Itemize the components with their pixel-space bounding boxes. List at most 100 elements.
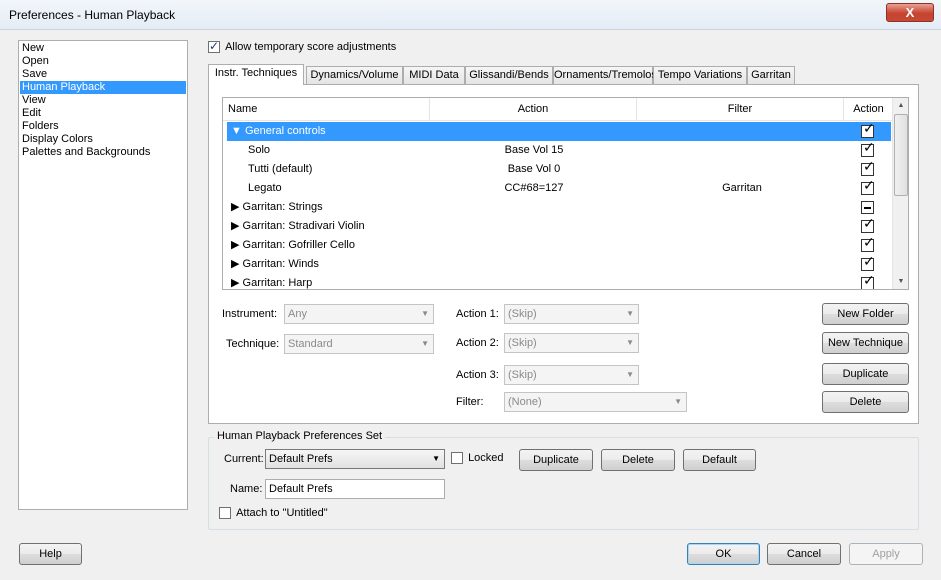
action3-label: Action 3: [456, 369, 499, 381]
attach-checkbox[interactable] [219, 507, 231, 520]
action1-value: (Skip) [508, 308, 537, 320]
row-action: Base Vol 0 [507, 163, 561, 175]
tab-item[interactable]: Dynamics/Volume [306, 66, 403, 84]
action3-select[interactable]: (Skip) ▼ [504, 365, 639, 385]
delete-technique-button[interactable]: Delete [822, 391, 909, 413]
grid-row[interactable]: Solo Base Vol 15 [227, 139, 891, 160]
row-filter: Garritan [722, 182, 762, 194]
chevron-down-icon: ▼ [674, 397, 682, 406]
category-item[interactable]: View [20, 94, 186, 107]
row-enabled-checkbox[interactable] [861, 139, 875, 158]
close-button[interactable]: X [886, 3, 934, 22]
allow-temp-checkbox[interactable] [208, 39, 220, 54]
row-action: CC#68=127 [504, 182, 564, 194]
category-item[interactable]: Display Colors [20, 133, 186, 146]
column-header-name[interactable]: Name [223, 98, 430, 120]
grid-row[interactable]: ▶ Garritan: Harp [227, 272, 891, 289]
chevron-down-icon: ▼ [626, 309, 634, 318]
grid-row[interactable]: Legato CC#68=127 Garritan [227, 177, 891, 198]
row-enabled-checkbox[interactable] [861, 177, 875, 196]
help-button[interactable]: Help [19, 543, 82, 565]
instrument-label: Instrument: [222, 308, 278, 320]
grid-scrollbar[interactable]: ▲ ▼ [892, 98, 908, 289]
grid-row[interactable]: ▶ Garritan: Winds [227, 253, 891, 274]
tab-item[interactable]: Ornaments/Tremolos [553, 66, 657, 84]
tab-item[interactable]: Garritan [747, 66, 795, 84]
row-enabled-checkbox[interactable] [861, 215, 875, 234]
scroll-up-icon[interactable]: ▲ [893, 98, 909, 113]
delete-prefs-button[interactable]: Delete [601, 449, 675, 471]
technique-label: Technique: [226, 338, 280, 350]
filter-select[interactable]: (None) ▼ [504, 392, 687, 412]
action2-select[interactable]: (Skip) ▼ [504, 333, 639, 353]
row-enabled-checkbox[interactable] [861, 272, 875, 289]
category-item[interactable]: Folders [20, 120, 186, 133]
row-enabled-checkbox[interactable] [861, 201, 874, 214]
scroll-down-icon[interactable]: ▼ [893, 274, 909, 289]
header-divider [223, 120, 893, 121]
category-item[interactable]: Palettes and Backgrounds [20, 146, 186, 159]
instrument-select[interactable]: Any ▼ [284, 304, 434, 324]
column-header-filter[interactable]: Filter [637, 98, 844, 120]
row-action: Base Vol 15 [504, 144, 564, 156]
grid-row[interactable]: ▶ Garritan: Strings [227, 198, 891, 217]
tab-item[interactable]: Glissandi/Bends [465, 66, 553, 84]
scroll-thumb[interactable] [894, 114, 908, 196]
action3-value: (Skip) [508, 369, 537, 381]
action1-select[interactable]: (Skip) ▼ [504, 304, 639, 324]
action2-value: (Skip) [508, 337, 537, 349]
duplicate-prefs-button[interactable]: Duplicate [519, 449, 593, 471]
row-enabled-checkbox[interactable] [861, 253, 875, 272]
apply-button[interactable]: Apply [849, 543, 923, 565]
row-enabled-checkbox[interactable] [861, 234, 875, 253]
row-name: ▶ Garritan: Gofriller Cello [231, 239, 355, 251]
chevron-down-icon: ▼ [626, 370, 634, 379]
default-prefs-button[interactable]: Default [683, 449, 756, 471]
technique-select[interactable]: Standard ▼ [284, 334, 434, 354]
current-prefs-value: Default Prefs [269, 453, 333, 465]
cancel-button[interactable]: Cancel [767, 543, 841, 565]
row-name: ▶ Garritan: Stradivari Violin [231, 220, 365, 232]
chevron-down-icon: ▼ [432, 454, 440, 463]
category-list[interactable]: New Open Save Human Playback View Edit Folders… [18, 40, 188, 510]
row-name: ▶ Garritan: Harp [231, 277, 313, 289]
column-header-action[interactable]: Action [430, 98, 637, 120]
current-prefs-select[interactable]: Default Prefs ▼ [265, 449, 445, 469]
prefs-set-title: Human Playback Preferences Set [214, 430, 386, 442]
attach-label: Attach to "Untitled" [236, 507, 328, 520]
instrument-value: Any [288, 308, 307, 320]
tab-item[interactable]: Tempo Variations [653, 66, 747, 84]
window-title: Preferences - Human Playback [9, 8, 176, 22]
grid-row[interactable]: Tutti (default) Base Vol 0 [227, 158, 891, 179]
title-bar: Preferences - Human Playback X [0, 0, 941, 30]
techniques-grid[interactable]: Name Action Filter Action ▼ General cont… [222, 97, 909, 290]
category-item[interactable]: Save [20, 68, 186, 81]
attach-row[interactable]: Attach to "Untitled" [219, 507, 328, 520]
row-enabled-checkbox[interactable] [861, 158, 875, 177]
duplicate-technique-button[interactable]: Duplicate [822, 363, 909, 385]
category-item[interactable]: Open [20, 55, 186, 68]
new-folder-button[interactable]: New Folder [822, 303, 909, 325]
allow-temp-row[interactable]: Allow temporary score adjustments [208, 39, 396, 54]
ok-button[interactable]: OK [687, 543, 760, 565]
column-header-enabled[interactable]: Action [844, 98, 893, 120]
new-technique-button[interactable]: New Technique [822, 332, 909, 354]
tab-item[interactable]: MIDI Data [403, 66, 465, 84]
row-enabled-checkbox[interactable] [861, 120, 875, 139]
locked-checkbox[interactable] [451, 452, 463, 465]
grid-row[interactable]: ▶ Garritan: Gofriller Cello [227, 234, 891, 255]
tab-item[interactable]: Instr. Techniques [208, 64, 304, 85]
category-item[interactable]: Human Playback [20, 81, 186, 94]
grid-row[interactable]: ▼ General controls [227, 120, 891, 141]
locked-row[interactable]: Locked [451, 452, 504, 465]
action2-label: Action 2: [456, 337, 499, 349]
current-label: Current: [224, 453, 264, 465]
category-item[interactable]: New [20, 42, 186, 55]
row-name: ▶ Garritan: Strings [231, 201, 323, 213]
category-item[interactable]: Edit [20, 107, 186, 120]
grid-row[interactable]: ▶ Garritan: Stradivari Violin [227, 215, 891, 236]
chevron-down-icon: ▼ [421, 339, 429, 348]
action1-label: Action 1: [456, 308, 499, 320]
name-field[interactable]: Default Prefs [265, 479, 445, 499]
row-name: Legato [248, 182, 282, 194]
